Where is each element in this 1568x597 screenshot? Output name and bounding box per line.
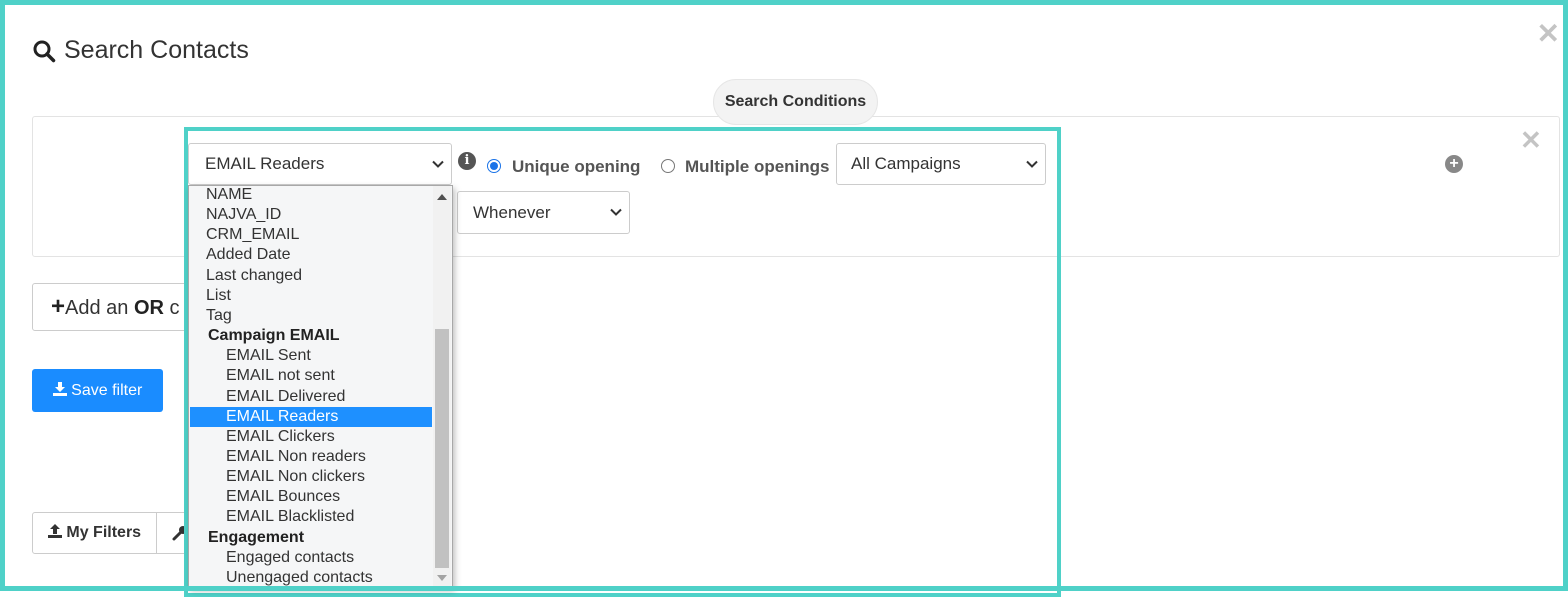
page-title-text: Search Contacts (64, 36, 249, 64)
save-filter-label: Save filter (71, 382, 143, 399)
add-or-bold: OR (133, 297, 164, 319)
dropdown-option[interactable]: NAJVA_ID (190, 205, 432, 225)
search-conditions-badge: Search Conditions (713, 79, 878, 125)
modal-close-icon[interactable]: ✕ (1537, 20, 1560, 48)
dropdown-option[interactable]: EMAIL Non clickers (190, 467, 432, 487)
unique-opening-radio[interactable] (487, 159, 501, 173)
field-select-value: EMAIL Readers (205, 154, 325, 173)
dropdown-option[interactable]: EMAIL not sent (190, 366, 432, 386)
when-select-value: Whenever (473, 203, 551, 222)
my-filters-label: My Filters (66, 524, 142, 541)
add-or-suffix: c (163, 297, 180, 319)
download-icon (52, 382, 67, 396)
search-icon (33, 40, 56, 62)
dropdown-option[interactable]: EMAIL Readers (190, 406, 432, 427)
dropdown-option-group: Campaign EMAIL (208, 327, 340, 345)
campaign-select[interactable]: All Campaigns (836, 143, 1046, 185)
add-or-prefix: Add an (65, 297, 134, 319)
dropdown-option-group: Engagement (208, 528, 305, 546)
dropdown-option[interactable]: List (190, 286, 432, 306)
dropdown-option[interactable]: Engaged contacts (190, 548, 432, 568)
dropdown-option[interactable]: EMAIL Bounces (190, 487, 432, 507)
dropdown-option[interactable]: EMAIL Sent (190, 346, 432, 366)
page-title: Search Contacts (32, 36, 249, 65)
multiple-openings-radio[interactable] (661, 159, 675, 173)
wrench-icon (172, 526, 187, 541)
dropdown-option[interactable]: CRM_EMAIL (190, 225, 432, 245)
add-condition-icon[interactable]: + (1445, 155, 1463, 173)
plus-icon: + (51, 293, 66, 320)
info-icon[interactable]: i (458, 152, 476, 170)
chevron-down-icon (432, 160, 444, 168)
dropdown-option[interactable]: EMAIL Delivered (190, 387, 432, 407)
dropdown-option[interactable]: Tag (190, 306, 432, 326)
field-dropdown-list[interactable]: NAME NAJVA_ID CRM_EMAIL Added Date Last chan… (188, 185, 453, 588)
my-filters-button[interactable]: My Filters (33, 513, 157, 553)
scroll-down-icon[interactable] (437, 575, 447, 581)
save-filter-button[interactable]: Save filter (32, 369, 163, 412)
multiple-openings-label: Multiple openings (685, 157, 830, 176)
upload-icon (47, 524, 62, 538)
chevron-down-icon (610, 208, 622, 216)
dropdown-option[interactable]: Last changed (190, 266, 432, 286)
scroll-up-icon[interactable] (437, 194, 447, 200)
when-select[interactable]: Whenever (457, 191, 630, 234)
field-select[interactable]: EMAIL Readers (188, 143, 452, 185)
chevron-down-icon (1026, 160, 1038, 168)
unique-opening-label: Unique opening (512, 157, 641, 176)
campaign-select-value: All Campaigns (851, 154, 961, 173)
dropdown-scrollbar-thumb[interactable] (435, 329, 449, 568)
dropdown-option[interactable]: Unengaged contacts (190, 568, 432, 587)
dropdown-option[interactable]: Added Date (190, 245, 432, 265)
dropdown-option[interactable]: NAME (190, 186, 432, 205)
dropdown-option[interactable]: EMAIL Non readers (190, 447, 432, 467)
condition-close-icon[interactable]: ✕ (1520, 127, 1542, 153)
dropdown-option[interactable]: EMAIL Clickers (190, 427, 432, 447)
dropdown-option[interactable]: EMAIL Blacklisted (190, 507, 432, 527)
